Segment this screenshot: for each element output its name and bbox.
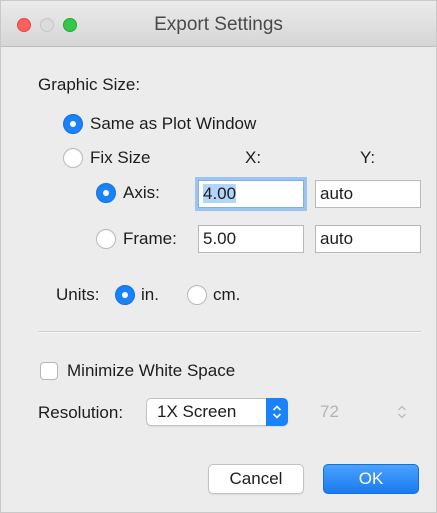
x-column-header: X:: [245, 148, 262, 167]
axis-x-field[interactable]: 4.00: [198, 180, 304, 208]
minimize-white-space-label[interactable]: Minimize White Space: [67, 361, 235, 381]
units-label: Units:: [56, 285, 100, 304]
axis-y-field[interactable]: auto: [315, 180, 421, 208]
popup-arrows-icon: [266, 398, 288, 426]
axis-radio[interactable]: [96, 183, 116, 203]
frame-y-field[interactable]: auto: [315, 225, 421, 253]
title-bar[interactable]: Export Settings: [1, 1, 436, 47]
resolution-value: 1X Screen: [157, 402, 237, 421]
axis-x-value: 4.00: [203, 184, 237, 203]
axis-label[interactable]: Axis:: [123, 183, 160, 203]
dpi-value: 72: [320, 402, 339, 421]
units-in-radio[interactable]: [115, 285, 135, 305]
frame-label[interactable]: Frame:: [123, 229, 177, 249]
resolution-popup[interactable]: 1X Screen: [146, 398, 288, 426]
fix-size-label[interactable]: Fix Size: [90, 148, 150, 168]
export-settings-dialog: Export Settings Graphic Size: Same as Pl…: [0, 0, 437, 513]
window-title: Export Settings: [154, 14, 283, 35]
cancel-button[interactable]: Cancel: [208, 464, 304, 494]
resolution-label: Resolution:: [38, 403, 124, 422]
graphic-size-heading: Graphic Size:: [38, 75, 141, 94]
frame-radio[interactable]: [96, 229, 116, 249]
section-divider: [38, 331, 421, 333]
ok-button[interactable]: OK: [323, 464, 419, 494]
y-column-header: Y:: [360, 148, 376, 167]
dpi-arrows-icon: [391, 398, 413, 426]
minimize-white-space-checkbox[interactable]: [40, 362, 58, 380]
same-as-plot-window-radio[interactable]: [63, 114, 83, 134]
units-in-label[interactable]: in.: [141, 285, 159, 305]
same-as-plot-window-label[interactable]: Same as Plot Window: [90, 114, 256, 134]
units-cm-radio[interactable]: [187, 285, 207, 305]
units-cm-label[interactable]: cm.: [213, 285, 240, 305]
fix-size-radio[interactable]: [63, 148, 83, 168]
frame-x-field[interactable]: 5.00: [198, 225, 304, 253]
dpi-popup: 72: [309, 398, 413, 426]
